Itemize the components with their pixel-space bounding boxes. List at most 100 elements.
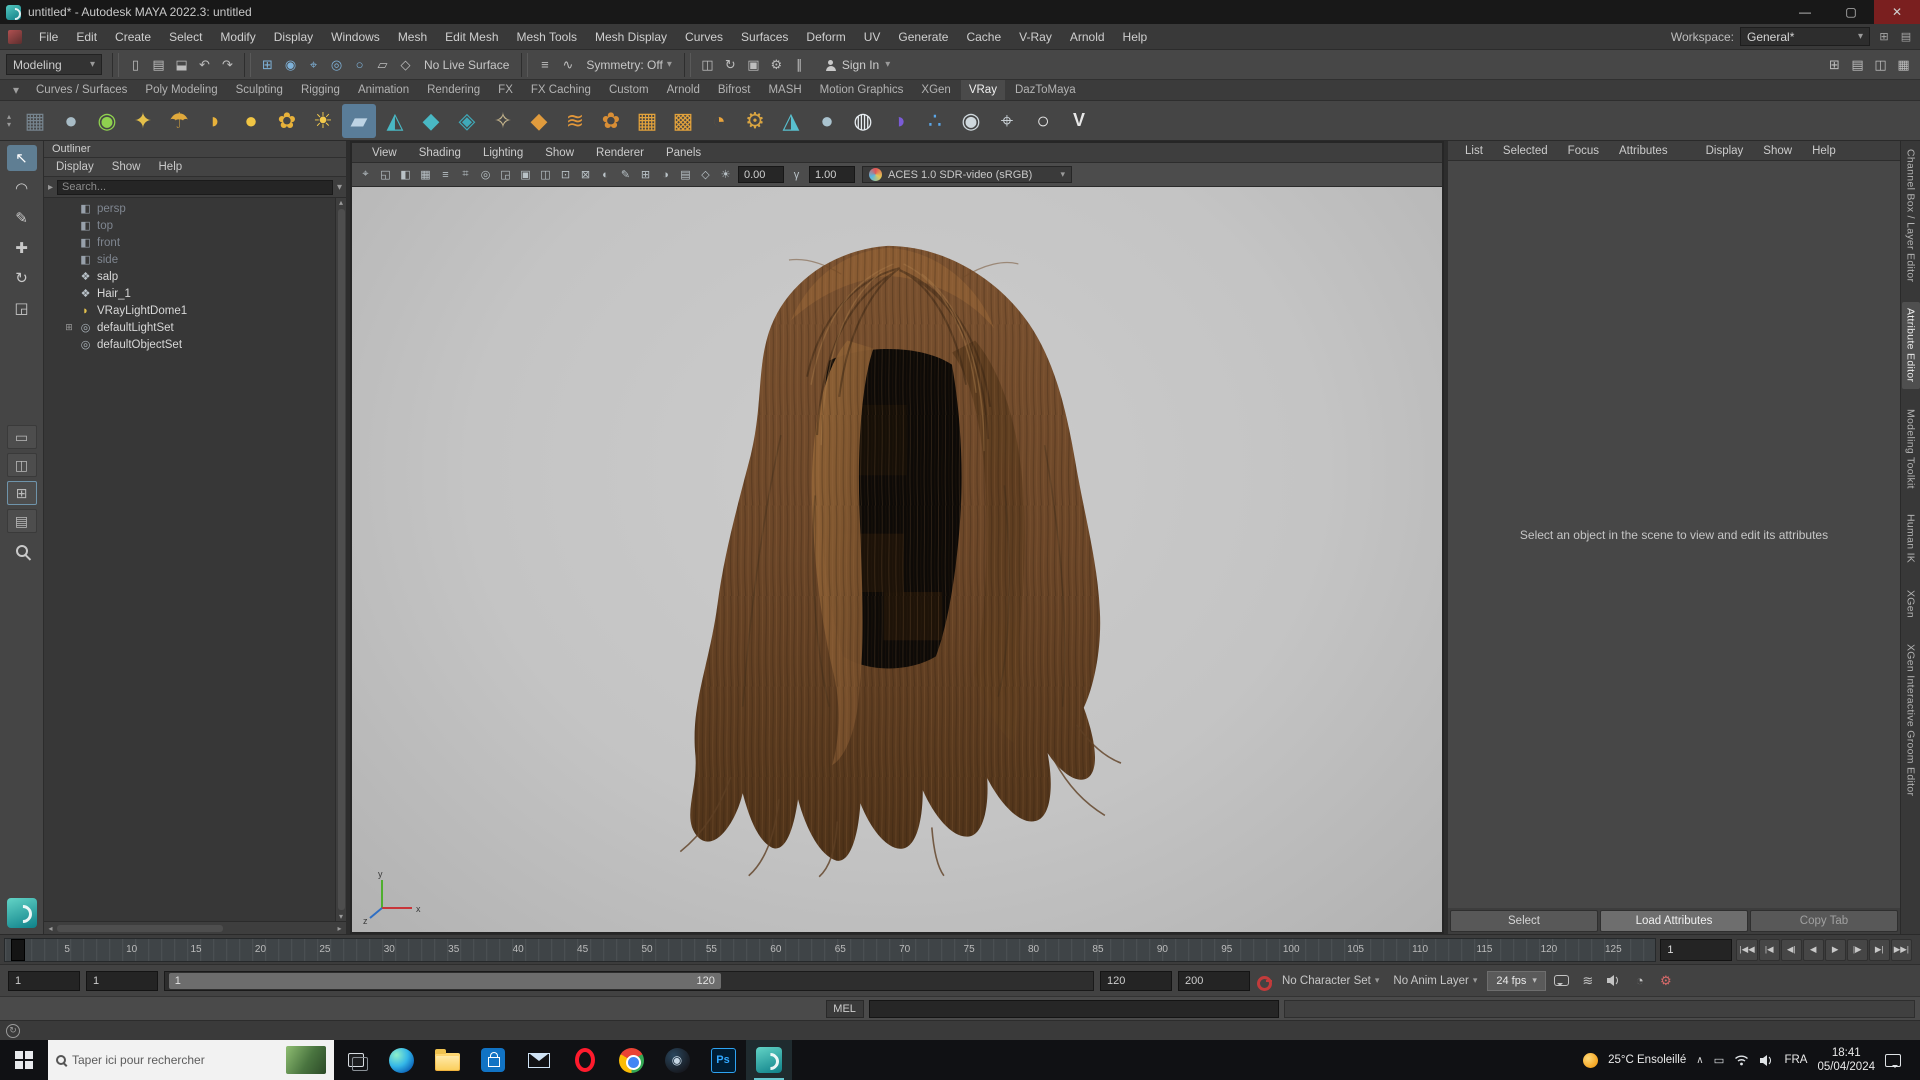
shelf-menu-icon[interactable]: ▾ — [6, 83, 26, 97]
new-scene-icon[interactable]: ▯ — [125, 54, 146, 75]
shelf-tab-rendering[interactable]: Rendering — [419, 80, 488, 100]
animation-end-field[interactable]: 200 — [1178, 970, 1250, 991]
tab-xgen[interactable]: XGen — [1902, 584, 1920, 624]
viewport-menu-lighting[interactable]: Lighting — [473, 147, 533, 159]
menu-display[interactable]: Display — [265, 24, 322, 49]
range-slider-track[interactable]: 1 120 — [164, 970, 1094, 991]
viewport-menu-shading[interactable]: Shading — [409, 147, 471, 159]
taskbar-app-mail[interactable] — [516, 1040, 562, 1080]
lock-camera-icon[interactable]: ◱ — [376, 165, 395, 184]
shelf-tab-rigging[interactable]: Rigging — [293, 80, 348, 100]
time-slider-track[interactable]: 5 10 15 20 25 30 35 40 45 50 55 60 65 70… — [4, 937, 1657, 962]
tab-attribute-editor[interactable]: Attribute Editor — [1901, 302, 1920, 389]
shelf-tool-27-icon[interactable]: ◉ — [954, 104, 988, 138]
shelf-tool-1-icon[interactable]: ▦ — [18, 104, 52, 138]
task-view-button[interactable] — [334, 1040, 378, 1080]
shelf-tool-10-icon[interactable]: ▰ — [342, 103, 376, 138]
outliner-menu-display[interactable]: Display — [48, 161, 102, 173]
current-time-marker[interactable] — [11, 938, 25, 961]
taskbar-search-box[interactable] — [48, 1040, 334, 1080]
ae-menu-show[interactable]: Show — [1754, 145, 1801, 157]
image-plane-icon[interactable]: ≡ — [436, 165, 455, 184]
menu-mesh[interactable]: Mesh — [389, 24, 436, 49]
ae-menu-help[interactable]: Help — [1803, 145, 1845, 157]
group-divider[interactable] — [244, 52, 251, 77]
outliner-vertical-scrollbar[interactable]: ▴ ▾ — [335, 198, 346, 921]
go-to-start-button[interactable]: |◀◀ — [1736, 938, 1758, 961]
lighting-mode-icon[interactable]: ◇ — [696, 165, 715, 184]
sign-in-button[interactable]: Sign In ▾ — [825, 58, 890, 72]
scale-tool-icon[interactable]: ◲ — [7, 295, 37, 321]
group-divider[interactable] — [112, 52, 119, 77]
grid-toggle-icon[interactable]: ▣ — [516, 165, 535, 184]
workspace-selector[interactable]: General* ▾ — [1740, 27, 1870, 46]
weather-sun-icon[interactable] — [1583, 1052, 1599, 1068]
play-backwards-button[interactable]: ◀ — [1802, 938, 1824, 961]
menu-arnold[interactable]: Arnold — [1061, 24, 1114, 49]
shelf-tool-20-icon[interactable]: ◔ — [702, 104, 736, 138]
scroll-thumb[interactable] — [57, 924, 224, 932]
open-scene-icon[interactable]: ▤ — [148, 54, 169, 75]
shelf-tool-14-icon[interactable]: ✧ — [486, 104, 520, 138]
shelf-tab-bifrost[interactable]: Bifrost — [710, 80, 759, 100]
keyboard-language[interactable]: FRA — [1784, 1054, 1807, 1066]
shelf-tab-sculpting[interactable]: Sculpting — [228, 80, 291, 100]
menu-modify[interactable]: Modify — [211, 24, 264, 49]
shelf-tool-13-icon[interactable]: ◈ — [450, 104, 484, 138]
menu-mesh-tools[interactable]: Mesh Tools — [508, 24, 586, 49]
shelf-tab-curves-surfaces[interactable]: Curves / Surfaces — [28, 80, 135, 100]
taskbar-search-input[interactable] — [72, 1053, 280, 1067]
ae-menu-display[interactable]: Display — [1697, 145, 1753, 157]
load-attributes-button[interactable]: Load Attributes — [1600, 910, 1748, 932]
auto-keyframe-icon[interactable] — [1256, 973, 1272, 991]
outliner-menu-help[interactable]: Help — [151, 161, 191, 173]
shelf-tool-9-icon[interactable]: ☀ — [306, 104, 340, 138]
shelf-tool-19-icon[interactable]: ▩ — [666, 104, 700, 138]
shelf-tool-7-icon[interactable]: ● — [234, 104, 268, 138]
scroll-left-icon[interactable]: ◂ — [44, 924, 57, 933]
step-forward-key-button[interactable]: |▶ — [1846, 938, 1868, 961]
zoom-layout-icon[interactable] — [15, 545, 28, 557]
taskbar-app-chrome[interactable] — [608, 1040, 654, 1080]
network-icon[interactable] — [1734, 1054, 1749, 1066]
ae-menu-list[interactable]: List — [1456, 145, 1492, 157]
menu-generate[interactable]: Generate — [889, 24, 957, 49]
outliner-horizontal-scrollbar[interactable]: ◂ ▸ — [44, 921, 346, 934]
outliner-title[interactable]: Outliner — [44, 141, 346, 158]
workspace-options-icon[interactable]: ▤ — [1898, 29, 1914, 45]
gate-mask-icon[interactable]: ⊠ — [576, 165, 595, 184]
taskbar-app-store[interactable] — [470, 1040, 516, 1080]
film-gate-icon[interactable]: ◫ — [536, 165, 555, 184]
safe-action-icon[interactable]: ✎ — [616, 165, 635, 184]
shelf-tab-custom[interactable]: Custom — [601, 80, 657, 100]
shelf-tool-22-icon[interactable]: ◮ — [774, 104, 808, 138]
hair-model[interactable] — [630, 228, 1153, 884]
shelf-tool-12-icon[interactable]: ◆ — [414, 104, 448, 138]
maximize-button[interactable]: ▢ — [1828, 0, 1874, 24]
menu-curves[interactable]: Curves — [676, 24, 732, 49]
copy-tab-button[interactable]: Copy Tab — [1750, 910, 1898, 932]
shelf-tool-29-icon[interactable]: ○ — [1026, 104, 1060, 138]
hidden-icons-chevron[interactable]: ∧ — [1696, 1055, 1703, 1066]
scroll-thumb[interactable] — [337, 209, 345, 910]
fps-selector[interactable]: 24 fps ▾ — [1487, 970, 1546, 991]
group-divider[interactable] — [521, 52, 529, 77]
viewport-menu-view[interactable]: View — [362, 147, 407, 159]
grease-pencil-icon[interactable]: ◲ — [496, 165, 515, 184]
filter-icon[interactable]: ▸ — [48, 182, 53, 193]
ae-menu-focus[interactable]: Focus — [1559, 145, 1608, 157]
character-set-selector[interactable]: No Character Set ▾ — [1278, 975, 1383, 987]
shelf-tool-2-icon[interactable]: ● — [54, 104, 88, 138]
taskbar-app-photoshop[interactable]: Ps — [700, 1040, 746, 1080]
outliner-search-input[interactable] — [57, 179, 333, 195]
safe-title-icon[interactable]: ⊞ — [636, 165, 655, 184]
shelf-tab-mash[interactable]: MASH — [760, 80, 809, 100]
viewport-menu-panels[interactable]: Panels — [656, 147, 711, 159]
snap-to-grid-icon[interactable]: ⊞ — [257, 54, 278, 75]
exposure-field[interactable]: 0.00 — [738, 166, 784, 183]
viewport-menu-show[interactable]: Show — [535, 147, 584, 159]
shelf-tool-17-icon[interactable]: ✿ — [594, 104, 628, 138]
bookmarks-icon[interactable]: ▦ — [416, 165, 435, 184]
step-forward-frame-button[interactable]: ▶| — [1868, 938, 1890, 961]
tab-xgen-interactive-groom[interactable]: XGen Interactive Groom Editor — [1902, 638, 1920, 802]
